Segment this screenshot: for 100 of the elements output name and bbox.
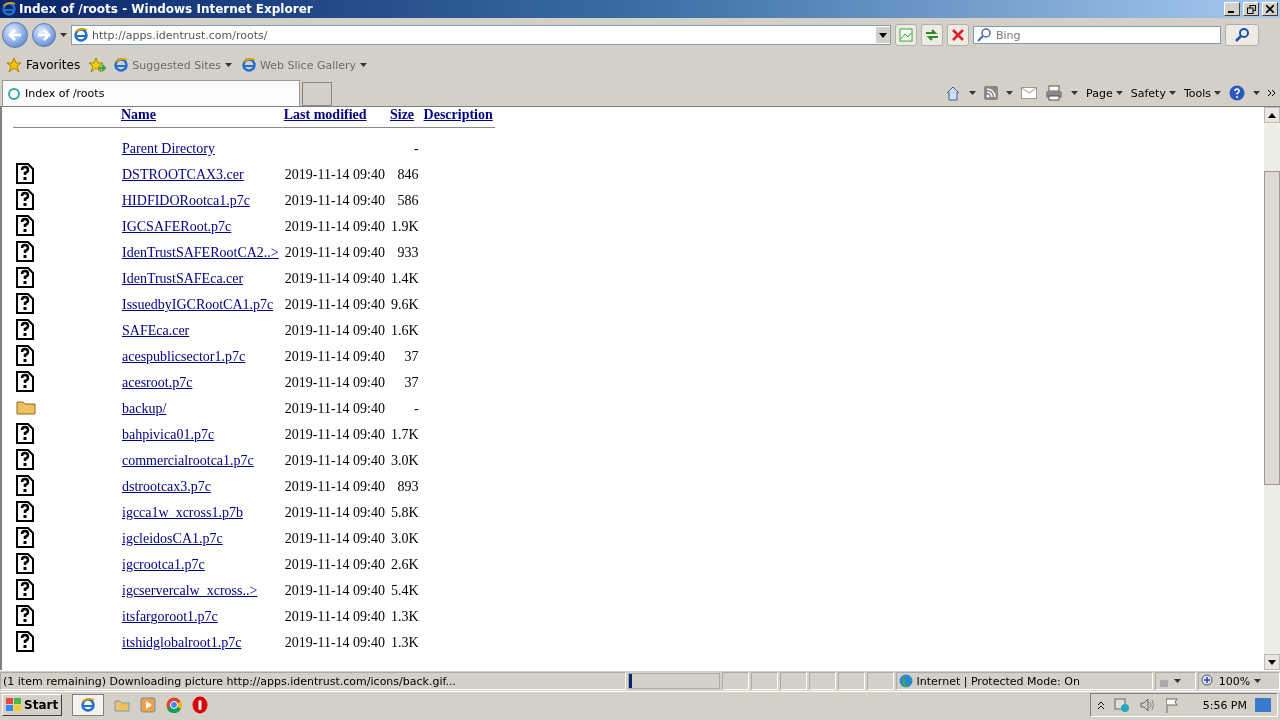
unknown-file-icon bbox=[16, 578, 34, 600]
printer-icon[interactable] bbox=[1045, 85, 1064, 101]
column-header-link[interactable]: Size bbox=[389, 107, 415, 122]
stop-sign-icon[interactable] bbox=[192, 696, 209, 714]
chevron-icon[interactable] bbox=[1268, 89, 1276, 97]
scroll-down-button[interactable] bbox=[1264, 654, 1280, 670]
modified-date: 2019-11-14 09:40 bbox=[284, 609, 385, 624]
modified-date: 2019-11-14 09:40 bbox=[284, 349, 385, 364]
caret-icon bbox=[60, 33, 67, 37]
modified-date: 2019-11-14 09:40 bbox=[284, 245, 385, 260]
file-size: 846 bbox=[397, 167, 419, 182]
search-field[interactable]: Bing bbox=[973, 26, 1221, 44]
file-size: 933 bbox=[397, 245, 419, 260]
column-header-link[interactable]: Last modified bbox=[283, 107, 367, 122]
file-link[interactable]: IdenTrustSAFEca.cer bbox=[122, 271, 244, 286]
caret-icon bbox=[1115, 91, 1123, 95]
file-link[interactable]: acespublicsector1.p7c bbox=[122, 349, 246, 364]
file-link[interactable]: igcleidosCA1.p7c bbox=[122, 531, 223, 546]
file-link[interactable]: IssuedbyIGCRootCA1.p7c bbox=[122, 297, 274, 312]
command-menu[interactable]: Page bbox=[1086, 86, 1123, 100]
parent-directory-link[interactable]: Parent Directory bbox=[122, 141, 215, 156]
search-icon bbox=[1235, 28, 1249, 42]
loading-icon bbox=[7, 86, 21, 101]
refresh-button[interactable] bbox=[921, 24, 943, 46]
favorites-button[interactable]: Favorites bbox=[4, 57, 83, 73]
scrollbar[interactable] bbox=[1264, 107, 1280, 670]
close-button[interactable] bbox=[1262, 2, 1278, 16]
clock[interactable]: 5:56 PM bbox=[1202, 698, 1247, 712]
mail-icon[interactable] bbox=[1021, 87, 1038, 99]
ie-icon bbox=[74, 28, 88, 42]
column-header-link[interactable]: Name bbox=[121, 107, 156, 122]
stop-button[interactable] bbox=[947, 24, 969, 46]
home-icon[interactable] bbox=[945, 85, 962, 101]
file-link[interactable]: commercialrootca1.p7c bbox=[122, 453, 254, 468]
zoom-button[interactable]: 100% bbox=[1197, 672, 1280, 690]
file-link[interactable]: acesroot.p7c bbox=[122, 375, 193, 390]
scroll-up-button[interactable] bbox=[1264, 107, 1280, 123]
protected-mode-button[interactable] bbox=[1155, 672, 1196, 690]
file-link[interactable]: HIDFIDORootca1.p7c bbox=[122, 193, 250, 208]
search-button[interactable] bbox=[1225, 24, 1259, 46]
security-zone[interactable]: Internet | Protected Mode: On bbox=[895, 672, 1154, 690]
forward-button[interactable] bbox=[32, 23, 56, 47]
flag-icon[interactable] bbox=[1164, 697, 1179, 713]
file-link[interactable]: IGCSAFERoot.p7c bbox=[122, 219, 232, 234]
file-link[interactable]: dstrootcax3.p7c bbox=[122, 479, 212, 494]
column-header-link[interactable]: Description bbox=[423, 107, 493, 122]
file-link[interactable]: igcrootca1.p7c bbox=[122, 557, 205, 572]
minimize-button[interactable] bbox=[1224, 2, 1240, 16]
back-button[interactable] bbox=[2, 22, 28, 48]
arrow-left-icon bbox=[8, 29, 22, 41]
media-player-icon[interactable] bbox=[140, 697, 157, 713]
modified-date: 2019-11-14 09:40 bbox=[284, 219, 385, 234]
rss-feed-icon[interactable] bbox=[984, 86, 999, 100]
unknown-file-icon bbox=[16, 422, 34, 444]
start-button[interactable]: Start bbox=[2, 694, 63, 716]
refresh-icon bbox=[925, 28, 939, 42]
dropdown-icon[interactable] bbox=[876, 27, 890, 43]
new-tab-button[interactable] bbox=[302, 82, 332, 106]
status-message: (1 item remaining) Downloading picture http://apps.identrust.com/icons/back.gif... bbox=[0, 672, 626, 690]
restore-button[interactable] bbox=[1243, 2, 1259, 16]
help-icon[interactable] bbox=[1229, 85, 1245, 101]
file-link[interactable]: IdenTrustSAFERootCA2..> bbox=[122, 245, 279, 260]
file-link[interactable]: itshidglobalroot1.p7c bbox=[122, 635, 242, 650]
browser-tab[interactable]: Index of /roots bbox=[2, 80, 300, 106]
modified-date: 2019-11-14 09:40 bbox=[284, 167, 385, 182]
command-menu[interactable]: Safety bbox=[1130, 86, 1176, 100]
chrome-icon[interactable] bbox=[166, 697, 183, 713]
caret-icon bbox=[1168, 91, 1176, 95]
network-icon[interactable] bbox=[1112, 697, 1131, 713]
modified-date: 2019-11-14 09:40 bbox=[284, 401, 385, 416]
scroll-thumb[interactable] bbox=[1264, 171, 1280, 485]
file-size: - bbox=[413, 401, 419, 416]
compatibility-button[interactable] bbox=[895, 24, 917, 46]
file-link[interactable]: backup/ bbox=[122, 401, 167, 416]
favorites-bar-link[interactable]: Web Slice Gallery bbox=[240, 58, 370, 72]
file-link[interactable]: SAFEca.cer bbox=[122, 323, 190, 338]
file-link[interactable]: bahpivica01.p7c bbox=[122, 427, 215, 442]
unknown-file-icon bbox=[16, 474, 34, 496]
command-menu[interactable]: Tools bbox=[1183, 86, 1221, 100]
file-link[interactable]: igcservercalw_xcross..> bbox=[122, 583, 258, 598]
file-size: 2.6K bbox=[390, 557, 419, 572]
taskbar-ie-button[interactable] bbox=[72, 694, 105, 716]
file-size: 37 bbox=[404, 375, 419, 390]
unknown-file-icon bbox=[16, 448, 34, 470]
chevron-up-icon[interactable] bbox=[1096, 700, 1105, 710]
file-size: 1.7K bbox=[390, 427, 419, 442]
file-link[interactable]: igcca1w_xcross1.p7b bbox=[122, 505, 243, 520]
modified-date: 2019-11-14 09:40 bbox=[284, 635, 385, 650]
file-link[interactable]: DSTROOTCAX3.cer bbox=[122, 167, 244, 182]
speaker-icon[interactable] bbox=[1138, 697, 1157, 713]
modified-date: 2019-11-14 09:40 bbox=[284, 531, 385, 546]
unknown-file-icon bbox=[16, 630, 34, 652]
windows-logo-icon bbox=[6, 698, 22, 712]
favorites-bar-link[interactable]: Suggested Sites bbox=[112, 58, 235, 72]
address-field[interactable]: http://apps.identrust.com/roots/ bbox=[71, 25, 891, 45]
unknown-file-icon bbox=[16, 188, 34, 210]
file-link[interactable]: itsfargoroot1.p7c bbox=[122, 609, 218, 624]
unknown-file-icon bbox=[16, 604, 34, 626]
add-favorite-icon[interactable] bbox=[88, 57, 107, 73]
modified-date: 2019-11-14 09:40 bbox=[284, 583, 385, 598]
